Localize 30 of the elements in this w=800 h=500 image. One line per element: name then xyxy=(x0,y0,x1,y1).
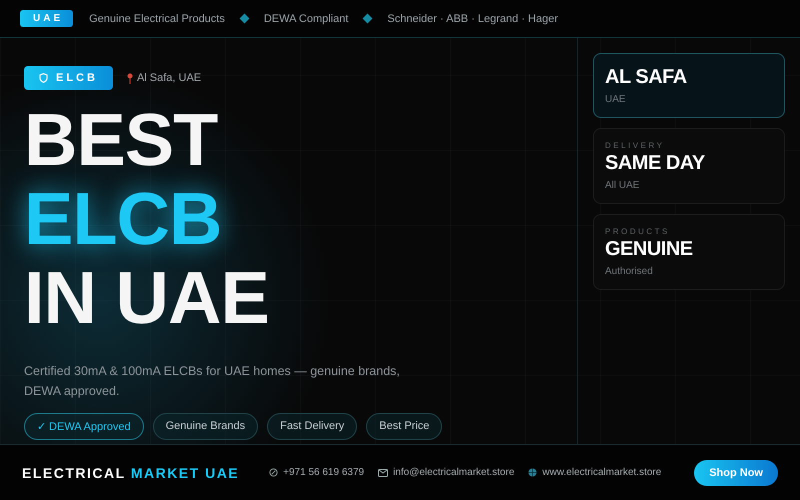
pin-icon xyxy=(126,72,133,84)
card-subtitle: Authorised xyxy=(605,266,654,277)
globe-icon xyxy=(528,468,538,477)
contact-text[interactable]: +971 56 619 6379 xyxy=(283,467,364,478)
card-subtitle: UAE xyxy=(605,94,627,105)
contact-text[interactable]: info@electricalmarket.store xyxy=(393,467,514,478)
contact-text[interactable]: www.electricalmarket.store xyxy=(542,467,662,478)
category-tag: ELCB xyxy=(24,66,113,90)
top-bar-text: Schneider · ABB · Legrand · Hager xyxy=(387,12,558,24)
shield-icon xyxy=(39,73,48,83)
card-label: PRODUCTS xyxy=(605,227,671,236)
feature-chip[interactable]: Fast Delivery xyxy=(267,413,358,440)
top-bar-text: Genuine Electrical Products xyxy=(89,12,225,24)
headline-line: BEST xyxy=(24,100,218,179)
card-label: DELIVERY xyxy=(605,141,666,150)
top-bar-text: DEWA Compliant xyxy=(264,12,348,24)
feature-chip[interactable]: Best Price xyxy=(366,413,442,440)
card-title: SAME DAY xyxy=(605,152,706,175)
location-text: Al Safa, UAE xyxy=(136,72,202,84)
feature-chip[interactable]: Genuine Brands xyxy=(152,413,258,440)
headline-line: ELCB xyxy=(24,179,222,258)
mail-icon xyxy=(378,468,388,476)
card-subtitle: All UAE xyxy=(605,180,640,191)
description-text: Certified 30mA & 100mA ELCBs for UAE homes — genuine brands, DEWA approved. xyxy=(24,363,401,400)
headline-line: IN UAE xyxy=(24,258,269,337)
region-badge: UAE xyxy=(20,10,74,27)
card-title: AL SAFA xyxy=(605,66,688,89)
brand-logo-text: ELECTRICAL MARKET UAE xyxy=(22,464,240,480)
card-title: GENUINE xyxy=(605,238,694,261)
feature-chip[interactable]: ✓ DEWA Approved xyxy=(24,413,144,440)
